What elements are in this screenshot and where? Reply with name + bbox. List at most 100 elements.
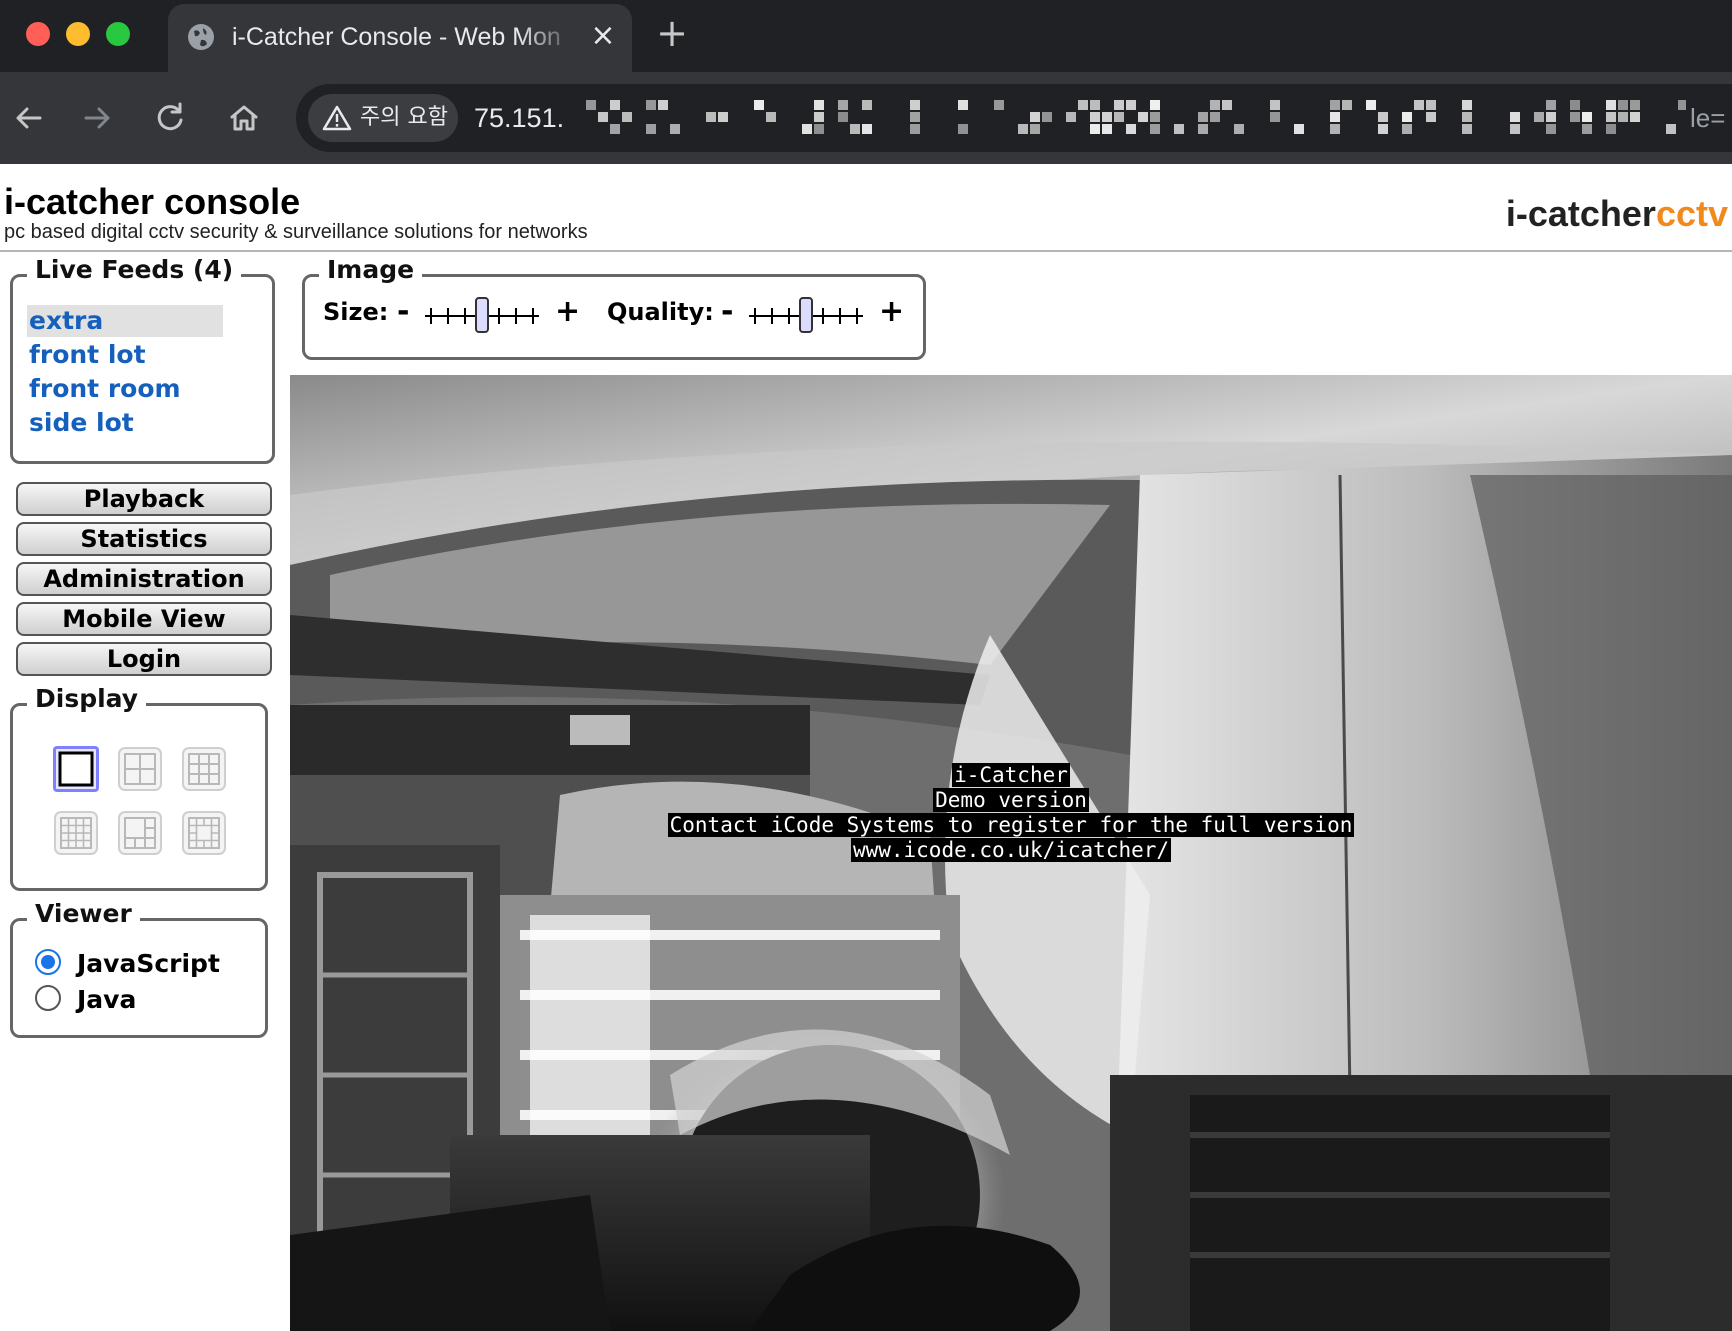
back-arrow-icon[interactable] — [6, 96, 50, 140]
redaction-block — [1546, 124, 1556, 134]
size-label: Size: — [323, 298, 389, 326]
redaction-block — [1666, 124, 1676, 134]
redaction-block — [1570, 112, 1580, 122]
size-decrease-button[interactable]: - — [397, 295, 409, 329]
reload-icon[interactable] — [148, 96, 192, 140]
security-chip[interactable]: 주의 요함 — [308, 94, 458, 142]
redaction-block — [838, 100, 848, 110]
browser-tab[interactable]: i-Catcher Console - Web Mon × — [168, 4, 632, 72]
redaction-block — [1510, 112, 1520, 122]
redaction-block — [1582, 124, 1592, 134]
window-maximize-button[interactable] — [106, 22, 130, 46]
viewer-panel: Viewer JavaScript Java — [10, 899, 268, 1038]
size-slider[interactable] — [421, 295, 543, 335]
feed-link-front-room[interactable]: front room — [27, 373, 223, 405]
security-label: 주의 요함 — [360, 105, 448, 130]
redaction-block — [1114, 112, 1124, 122]
camera-feed-image[interactable]: i-Catcher Demo version Contact iCode Sys… — [290, 375, 1732, 1331]
java-radio-label[interactable]: Java — [77, 985, 136, 1015]
feed-link-front-lot[interactable]: front lot — [27, 339, 223, 371]
image-legend: Image — [319, 255, 423, 285]
playback-button[interactable]: Playback — [16, 482, 272, 516]
redaction-block — [1630, 100, 1640, 110]
4x4-grid-icon[interactable] — [53, 810, 99, 856]
quality-increase-button[interactable]: + — [879, 295, 904, 329]
redaction-block — [1582, 112, 1592, 122]
display-panel: Display — [10, 684, 268, 891]
url-text: 75.151. — [474, 103, 565, 133]
live-feeds-legend: Live Feeds (4) — [27, 255, 242, 285]
redaction-block — [646, 124, 656, 134]
redaction-block — [1402, 112, 1412, 122]
redaction-block — [1426, 112, 1436, 122]
redaction-block — [862, 124, 872, 134]
redaction-block — [814, 100, 824, 110]
page-tagline: pc based digital cctv security & surveil… — [4, 221, 588, 243]
redaction-block — [1270, 100, 1280, 110]
quality-decrease-button[interactable]: - — [721, 295, 733, 329]
redaction-block — [1510, 124, 1520, 134]
redaction-block — [1126, 100, 1136, 110]
feed-link-side-lot[interactable]: side lot — [27, 407, 223, 439]
overlay-line-3: Contact iCode Systems to register for th… — [667, 813, 1355, 837]
redaction-block — [1090, 112, 1100, 122]
administration-button[interactable]: Administration — [16, 562, 272, 596]
redaction-block — [622, 112, 632, 122]
redaction-block — [1078, 100, 1088, 110]
globe-icon — [188, 24, 214, 50]
redaction-block — [1270, 112, 1280, 122]
redaction-block — [1126, 124, 1136, 134]
redaction-block — [1534, 112, 1544, 122]
feed-link-extra[interactable]: extra — [27, 305, 223, 337]
slider-thumb — [475, 297, 489, 333]
quality-slider[interactable] — [745, 295, 867, 335]
tab-title-fade — [518, 18, 578, 58]
redaction-block — [1174, 124, 1184, 134]
redaction-block — [1462, 100, 1472, 110]
1-plus-12-view-icon[interactable] — [181, 810, 227, 856]
image-controls-panel: Image Size: - + Quality: - + — [302, 255, 926, 360]
size-increase-button[interactable]: + — [555, 295, 580, 329]
single-view-icon[interactable] — [53, 746, 99, 792]
brand-logo[interactable]: i-catchercctv — [1506, 194, 1728, 234]
redaction-block — [718, 112, 728, 122]
1-plus-5-view-icon[interactable] — [117, 810, 163, 856]
quad-view-icon[interactable] — [117, 746, 163, 792]
logo-text-part2: cctv — [1655, 193, 1728, 234]
redaction-block — [586, 100, 596, 110]
redaction-block — [1402, 124, 1412, 134]
redacted-url-pixelation — [586, 100, 1686, 134]
java-radio[interactable] — [35, 985, 61, 1011]
home-icon[interactable] — [222, 96, 266, 140]
javascript-radio-label[interactable]: JavaScript — [77, 949, 220, 979]
redaction-block — [850, 124, 860, 134]
redaction-block — [910, 124, 920, 134]
redaction-block — [1150, 100, 1160, 110]
forward-arrow-icon[interactable] — [76, 96, 120, 140]
redaction-block — [1090, 100, 1100, 110]
window-minimize-button[interactable] — [66, 22, 90, 46]
redaction-block — [670, 124, 680, 134]
login-button[interactable]: Login — [16, 642, 272, 676]
redaction-block — [1330, 100, 1340, 110]
redaction-block — [1378, 124, 1388, 134]
redaction-block — [1606, 112, 1616, 122]
redaction-block — [1138, 112, 1148, 122]
tab-close-icon[interactable]: × — [586, 20, 620, 54]
javascript-radio[interactable] — [35, 949, 61, 975]
redaction-block — [1618, 100, 1628, 110]
mobile-view-button[interactable]: Mobile View — [16, 602, 272, 636]
redaction-block — [1462, 112, 1472, 122]
redaction-block — [1426, 100, 1436, 110]
slider-thumb — [799, 297, 813, 333]
redaction-block — [814, 112, 824, 122]
redaction-block — [1066, 112, 1076, 122]
statistics-button[interactable]: Statistics — [16, 522, 272, 556]
3x3-grid-icon[interactable] — [181, 746, 227, 792]
overlay-line-4: www.icode.co.uk/icatcher/ — [850, 838, 1172, 862]
overlay-line-2: Demo version — [933, 788, 1089, 812]
window-close-button[interactable] — [26, 22, 50, 46]
address-bar[interactable]: 주의 요함 75.151. le= — [296, 84, 1732, 152]
new-tab-button[interactable]: + — [652, 14, 692, 54]
page-content: i-catcher console pc based digital cctv … — [0, 164, 1732, 1331]
